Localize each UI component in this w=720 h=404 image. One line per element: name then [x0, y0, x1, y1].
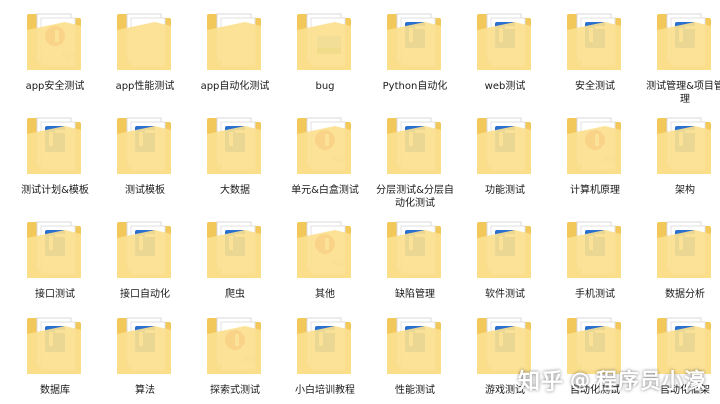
- folder-icon: [477, 13, 531, 70]
- folder-label: 自动化测试: [570, 385, 620, 396]
- folder-item[interactable]: 软件测试: [460, 216, 550, 301]
- folder-item[interactable]: Python自动化: [370, 8, 460, 93]
- folder-item[interactable]: 小白培训教程: [280, 312, 370, 397]
- folder-icon: PDF: [27, 13, 81, 70]
- folder-icon: [297, 317, 351, 374]
- folder-icon: [477, 117, 531, 174]
- folder-icon: [657, 117, 711, 174]
- folder-label: 探索式测试: [210, 385, 260, 396]
- folder-label: 性能测试: [395, 385, 435, 396]
- folder-label: 数据库: [40, 385, 70, 396]
- folder-item[interactable]: 接口测试: [10, 216, 100, 301]
- folder-label: 自动化框架: [660, 385, 710, 396]
- folder-label: app安全测试: [25, 81, 85, 92]
- folder-icon: PDF: [297, 221, 351, 278]
- folder-icon: [27, 117, 81, 174]
- folder-label: app自动化测试: [200, 81, 270, 92]
- folder-label: 架构: [675, 185, 695, 196]
- folder-item[interactable]: 大数据: [190, 112, 280, 197]
- folder-icon: [567, 13, 621, 70]
- folder-label: web测试: [484, 81, 526, 92]
- folder-item[interactable]: 架构: [640, 112, 720, 197]
- folder-label: 数据分析: [665, 289, 705, 300]
- folder-label: 测试模板: [125, 185, 165, 196]
- folder-label: 单元&白盒测试: [291, 185, 359, 196]
- folder-label: 测试管理&项目管理: [646, 81, 720, 105]
- folder-icon: PDF: [297, 117, 351, 174]
- folder-item[interactable]: 数据分析: [640, 216, 720, 301]
- folder-label: 接口测试: [35, 289, 75, 300]
- folder-icon: [117, 221, 171, 278]
- folder-label: 安全测试: [575, 81, 615, 92]
- folder-icon: [477, 317, 531, 374]
- file-explorer-grid: PDF app安全测试 app性能测试 app自动化测试: [0, 0, 720, 404]
- folder-label: app性能测试: [115, 81, 175, 92]
- folder-item[interactable]: 测试模板: [100, 112, 190, 197]
- folder-icon: [27, 221, 81, 278]
- folder-label: 分层测试&分层自动化测试: [376, 185, 454, 209]
- folder-icon: [117, 13, 171, 70]
- folder-item[interactable]: 手机测试: [550, 216, 640, 301]
- folder-item[interactable]: 自动化框架: [640, 312, 720, 397]
- folder-item[interactable]: 安全测试: [550, 8, 640, 93]
- folder-label: 小白培训教程: [295, 385, 355, 396]
- folder-label: bug: [315, 81, 335, 92]
- folder-item[interactable]: app性能测试: [100, 8, 190, 93]
- folder-item[interactable]: 游戏测试: [460, 312, 550, 397]
- folder-item[interactable]: 功能测试: [460, 112, 550, 197]
- folder-icon: [657, 13, 711, 70]
- folder-item[interactable]: 爬虫: [190, 216, 280, 301]
- folder-icon: [657, 221, 711, 278]
- folder-icon: [387, 13, 441, 70]
- folder-icon: [27, 317, 81, 374]
- folder-label: Python自动化: [382, 81, 448, 92]
- folder-label: 爬虫: [225, 289, 245, 300]
- folder-icon: PDF: [567, 117, 621, 174]
- folder-label: 测试计划&模板: [21, 185, 89, 196]
- folder-item[interactable]: bug: [280, 8, 370, 93]
- folder-icon: PDF: [207, 317, 261, 374]
- folder-icon: [387, 117, 441, 174]
- folder-label: 游戏测试: [485, 385, 525, 396]
- folder-icon: [207, 221, 261, 278]
- folder-icon: [297, 13, 351, 70]
- folder-label: 大数据: [220, 185, 250, 196]
- folder-item[interactable]: 分层测试&分层自动化测试: [370, 112, 460, 210]
- folder-icon: [657, 317, 711, 374]
- folder-icon: [567, 221, 621, 278]
- folder-item[interactable]: 性能测试: [370, 312, 460, 397]
- folder-icon: [477, 221, 531, 278]
- folder-item[interactable]: 自动化测试: [550, 312, 640, 397]
- folder-item[interactable]: PDF app安全测试: [10, 8, 100, 93]
- folder-item[interactable]: 测试管理&项目管理: [640, 8, 720, 106]
- folder-label: 手机测试: [575, 289, 615, 300]
- folder-label: 软件测试: [485, 289, 525, 300]
- folder-item[interactable]: 接口自动化: [100, 216, 190, 301]
- folder-icon: [117, 317, 171, 374]
- folder-item[interactable]: 算法: [100, 312, 190, 397]
- folder-icon: [117, 117, 171, 174]
- folder-label: 其他: [315, 289, 335, 300]
- folder-item[interactable]: 缺陷管理: [370, 216, 460, 301]
- folder-item[interactable]: app自动化测试: [190, 8, 280, 93]
- folder-label: 计算机原理: [570, 185, 620, 196]
- folder-icon: [387, 221, 441, 278]
- folder-item[interactable]: web测试: [460, 8, 550, 93]
- folder-item[interactable]: PDF 计算机原理: [550, 112, 640, 197]
- folder-label: 缺陷管理: [395, 289, 435, 300]
- folder-icon: [387, 317, 441, 374]
- folder-icon: [207, 117, 261, 174]
- folder-label: 接口自动化: [120, 289, 170, 300]
- folder-label: 算法: [135, 385, 155, 396]
- folder-item[interactable]: 测试计划&模板: [10, 112, 100, 197]
- folder-item[interactable]: PDF 其他: [280, 216, 370, 301]
- folder-item[interactable]: 数据库: [10, 312, 100, 397]
- folder-item[interactable]: PDF 单元&白盒测试: [280, 112, 370, 197]
- folder-icon: [207, 13, 261, 70]
- folder-label: 功能测试: [485, 185, 525, 196]
- folder-icon: [567, 317, 621, 374]
- folder-item[interactable]: PDF 探索式测试: [190, 312, 280, 397]
